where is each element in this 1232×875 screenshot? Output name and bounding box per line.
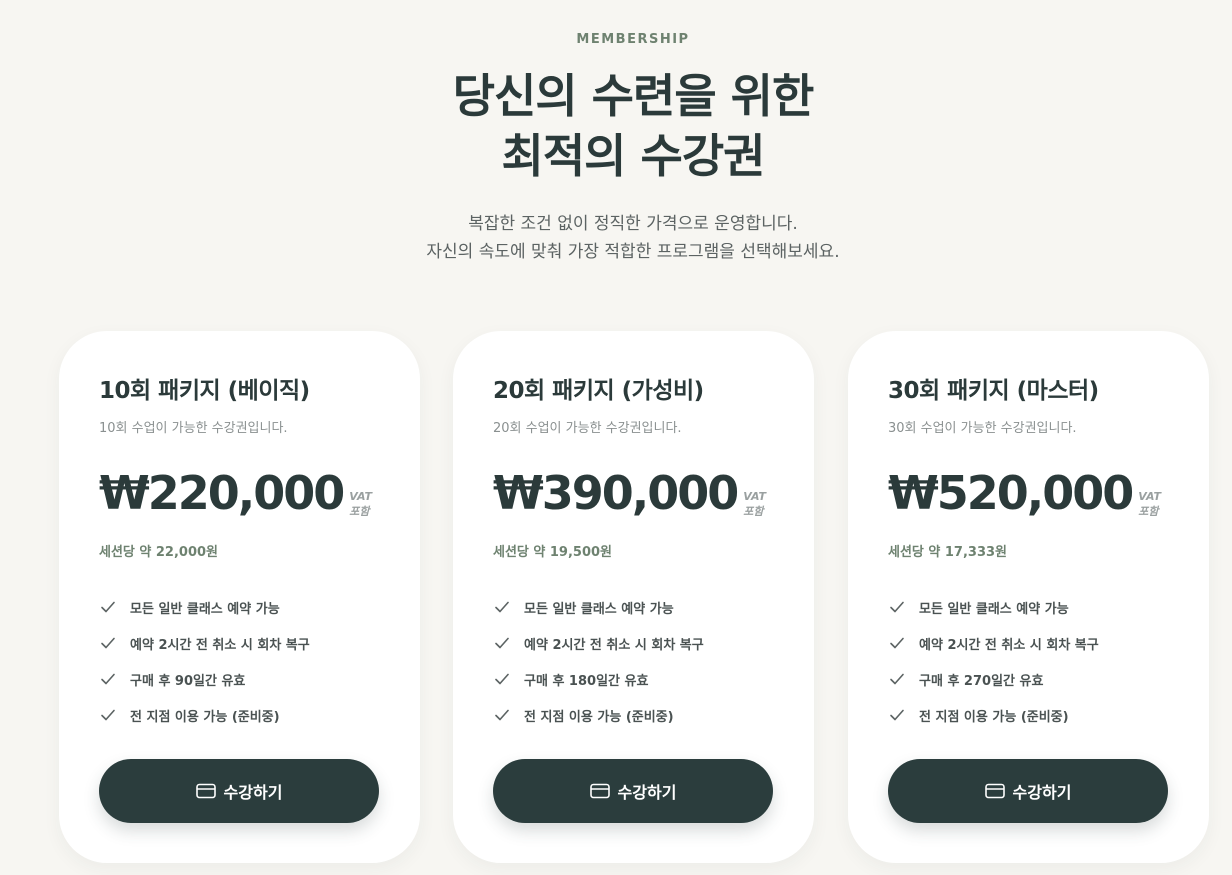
pricing-card-value: 20회 패키지 (가성비) 20회 수업이 가능한 수강권입니다. ₩390,0… bbox=[453, 331, 814, 863]
feature-item: 구매 후 180일간 유효 bbox=[493, 661, 704, 697]
enroll-button[interactable]: 수강하기 bbox=[493, 759, 773, 823]
check-icon bbox=[888, 670, 906, 688]
credit-card-icon bbox=[984, 783, 1005, 799]
feature-text: 모든 일반 클래스 예약 가능 bbox=[524, 601, 674, 617]
feature-text: 구매 후 90일간 유효 bbox=[130, 673, 246, 689]
feature-text: 모든 일반 클래스 예약 가능 bbox=[130, 601, 280, 617]
feature-item: 모든 일반 클래스 예약 가능 bbox=[493, 589, 704, 625]
vat-note: VAT 포함 bbox=[349, 489, 372, 519]
plan-description: 10회 수업이 가능한 수강권입니다. bbox=[99, 421, 288, 436]
price-row: ₩220,000 VAT 포함 bbox=[99, 465, 372, 521]
feature-item: 예약 2시간 전 취소 시 회차 복구 bbox=[99, 625, 310, 661]
check-icon bbox=[99, 634, 117, 652]
feature-list: 모든 일반 클래스 예약 가능 예약 2시간 전 취소 시 회차 복구 구매 후… bbox=[99, 589, 310, 733]
vat-label: VAT bbox=[743, 490, 766, 503]
feature-item: 전 지점 이용 가능 (준비중) bbox=[493, 697, 704, 733]
vat-label: VAT bbox=[349, 490, 372, 503]
pricing-cards: 10회 패키지 (베이직) 10회 수업이 가능한 수강권입니다. ₩220,0… bbox=[59, 331, 1232, 875]
credit-card-icon bbox=[589, 783, 610, 799]
feature-text: 전 지점 이용 가능 (준비중) bbox=[919, 709, 1069, 725]
feature-item: 모든 일반 클래스 예약 가능 bbox=[888, 589, 1099, 625]
pricing-card-basic: 10회 패키지 (베이직) 10회 수업이 가능한 수강권입니다. ₩220,0… bbox=[59, 331, 420, 863]
per-session-price: 세션당 약 19,500원 bbox=[493, 545, 613, 560]
feature-text: 예약 2시간 전 취소 시 회차 복구 bbox=[524, 637, 704, 653]
price-row: ₩390,000 VAT 포함 bbox=[493, 465, 766, 521]
check-icon bbox=[888, 706, 906, 724]
feature-text: 전 지점 이용 가능 (준비중) bbox=[130, 709, 280, 725]
credit-card-icon bbox=[195, 783, 216, 799]
feature-item: 구매 후 270일간 유효 bbox=[888, 661, 1099, 697]
vat-label: VAT bbox=[1138, 490, 1161, 503]
feature-list: 모든 일반 클래스 예약 가능 예약 2시간 전 취소 시 회차 복구 구매 후… bbox=[493, 589, 704, 733]
check-icon bbox=[99, 670, 117, 688]
per-session-price: 세션당 약 22,000원 bbox=[99, 545, 219, 560]
feature-item: 구매 후 90일간 유효 bbox=[99, 661, 310, 697]
pricing-card-master: 30회 패키지 (마스터) 30회 수업이 가능한 수강권입니다. ₩520,0… bbox=[848, 331, 1209, 863]
plan-price: ₩390,000 bbox=[493, 466, 739, 520]
page-title-line-2: 최적의 수강권 bbox=[501, 129, 766, 183]
feature-text: 예약 2시간 전 취소 시 회차 복구 bbox=[919, 637, 1099, 653]
vat-included-label: 포함 bbox=[1138, 505, 1159, 518]
vat-note: VAT 포함 bbox=[1138, 489, 1161, 519]
feature-text: 구매 후 270일간 유효 bbox=[919, 673, 1044, 689]
check-icon bbox=[99, 706, 117, 724]
page-subtitle: 복잡한 조건 없이 정직한 가격으로 운영합니다. 자신의 속도에 맞춰 가장 … bbox=[0, 210, 1232, 266]
enroll-button-label: 수강하기 bbox=[1012, 783, 1072, 802]
enroll-button-label: 수강하기 bbox=[617, 783, 677, 802]
feature-text: 전 지점 이용 가능 (준비중) bbox=[524, 709, 674, 725]
page-title: 당신의 수련을 위한 최적의 수강권 bbox=[0, 66, 1232, 186]
page-subtitle-line-1: 복잡한 조건 없이 정직한 가격으로 운영합니다. bbox=[468, 214, 798, 234]
feature-item: 전 지점 이용 가능 (준비중) bbox=[888, 697, 1099, 733]
vat-note: VAT 포함 bbox=[743, 489, 766, 519]
check-icon bbox=[493, 598, 511, 616]
check-icon bbox=[493, 670, 511, 688]
enroll-button[interactable]: 수강하기 bbox=[99, 759, 379, 823]
plan-price: ₩220,000 bbox=[99, 466, 345, 520]
vat-included-label: 포함 bbox=[349, 505, 370, 518]
check-icon bbox=[493, 634, 511, 652]
check-icon bbox=[99, 598, 117, 616]
plan-title: 10회 패키지 (베이직) bbox=[99, 378, 310, 404]
feature-text: 모든 일반 클래스 예약 가능 bbox=[919, 601, 1069, 617]
feature-item: 예약 2시간 전 취소 시 회차 복구 bbox=[493, 625, 704, 661]
feature-text: 구매 후 180일간 유효 bbox=[524, 673, 649, 689]
plan-price: ₩520,000 bbox=[888, 466, 1134, 520]
membership-page: MEMBERSHIP 당신의 수련을 위한 최적의 수강권 복잡한 조건 없이 … bbox=[0, 0, 1232, 875]
page-subtitle-line-2: 자신의 속도에 맞춰 가장 적합한 프로그램을 선택해보세요. bbox=[426, 242, 840, 262]
per-session-price: 세션당 약 17,333원 bbox=[888, 545, 1008, 560]
feature-text: 예약 2시간 전 취소 시 회차 복구 bbox=[130, 637, 310, 653]
plan-title: 20회 패키지 (가성비) bbox=[493, 378, 704, 404]
check-icon bbox=[888, 598, 906, 616]
price-row: ₩520,000 VAT 포함 bbox=[888, 465, 1161, 521]
plan-title: 30회 패키지 (마스터) bbox=[888, 378, 1099, 404]
plan-description: 30회 수업이 가능한 수강권입니다. bbox=[888, 421, 1077, 436]
enroll-button-label: 수강하기 bbox=[223, 783, 283, 802]
feature-item: 모든 일반 클래스 예약 가능 bbox=[99, 589, 310, 625]
check-icon bbox=[493, 706, 511, 724]
vat-included-label: 포함 bbox=[743, 505, 764, 518]
page-title-line-1: 당신의 수련을 위한 bbox=[452, 69, 815, 123]
feature-item: 전 지점 이용 가능 (준비중) bbox=[99, 697, 310, 733]
plan-description: 20회 수업이 가능한 수강권입니다. bbox=[493, 421, 682, 436]
feature-list: 모든 일반 클래스 예약 가능 예약 2시간 전 취소 시 회차 복구 구매 후… bbox=[888, 589, 1099, 733]
feature-item: 예약 2시간 전 취소 시 회차 복구 bbox=[888, 625, 1099, 661]
section-eyebrow: MEMBERSHIP bbox=[576, 32, 690, 47]
check-icon bbox=[888, 634, 906, 652]
enroll-button[interactable]: 수강하기 bbox=[888, 759, 1168, 823]
